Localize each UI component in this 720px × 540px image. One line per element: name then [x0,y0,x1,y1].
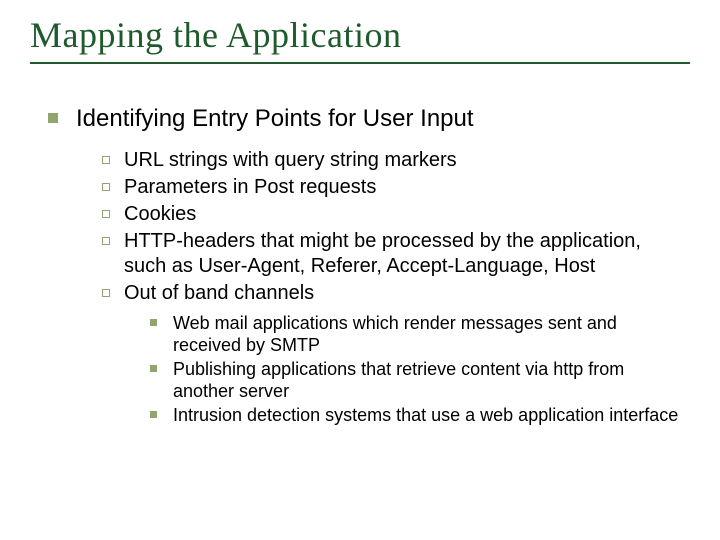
level3-text: Publishing applications that retrieve co… [173,358,683,402]
list-item-level3: Web mail applications which render messa… [150,312,690,356]
level3-text: Intrusion detection systems that use a w… [173,404,678,426]
open-square-bullet-icon [102,289,110,297]
level2-text: Parameters in Post requests [124,175,376,200]
level1-text: Identifying Entry Points for User Input [76,104,474,134]
small-square-bullet-icon [150,411,157,418]
small-square-bullet-icon [150,365,157,372]
open-square-bullet-icon [102,210,110,218]
level3-text: Web mail applications which render messa… [173,312,683,356]
list-item-level2: URL strings with query string markers [102,148,690,173]
open-square-bullet-icon [102,156,110,164]
list-item-level1: Identifying Entry Points for User Input [48,104,690,134]
open-square-bullet-icon [102,237,110,245]
level2-text: URL strings with query string markers [124,148,457,173]
small-square-bullet-icon [150,319,157,326]
level2-list: URL strings with query string markers Pa… [102,148,690,306]
level2-text: Cookies [124,202,196,227]
level3-list: Web mail applications which render messa… [150,312,690,426]
list-item-level2: Cookies [102,202,690,227]
level2-text: HTTP-headers that might be processed by … [124,229,684,279]
open-square-bullet-icon [102,183,110,191]
list-item-level3: Publishing applications that retrieve co… [150,358,690,402]
list-item-level2: Parameters in Post requests [102,175,690,200]
list-item-level2: Out of band channels [102,281,690,306]
list-item-level2: HTTP-headers that might be processed by … [102,229,690,279]
square-bullet-icon [48,113,58,123]
slide-title: Mapping the Application [30,14,690,56]
list-item-level3: Intrusion detection systems that use a w… [150,404,690,426]
level2-text: Out of band channels [124,281,314,306]
slide: Mapping the Application Identifying Entr… [0,0,720,540]
title-underline [30,62,690,64]
